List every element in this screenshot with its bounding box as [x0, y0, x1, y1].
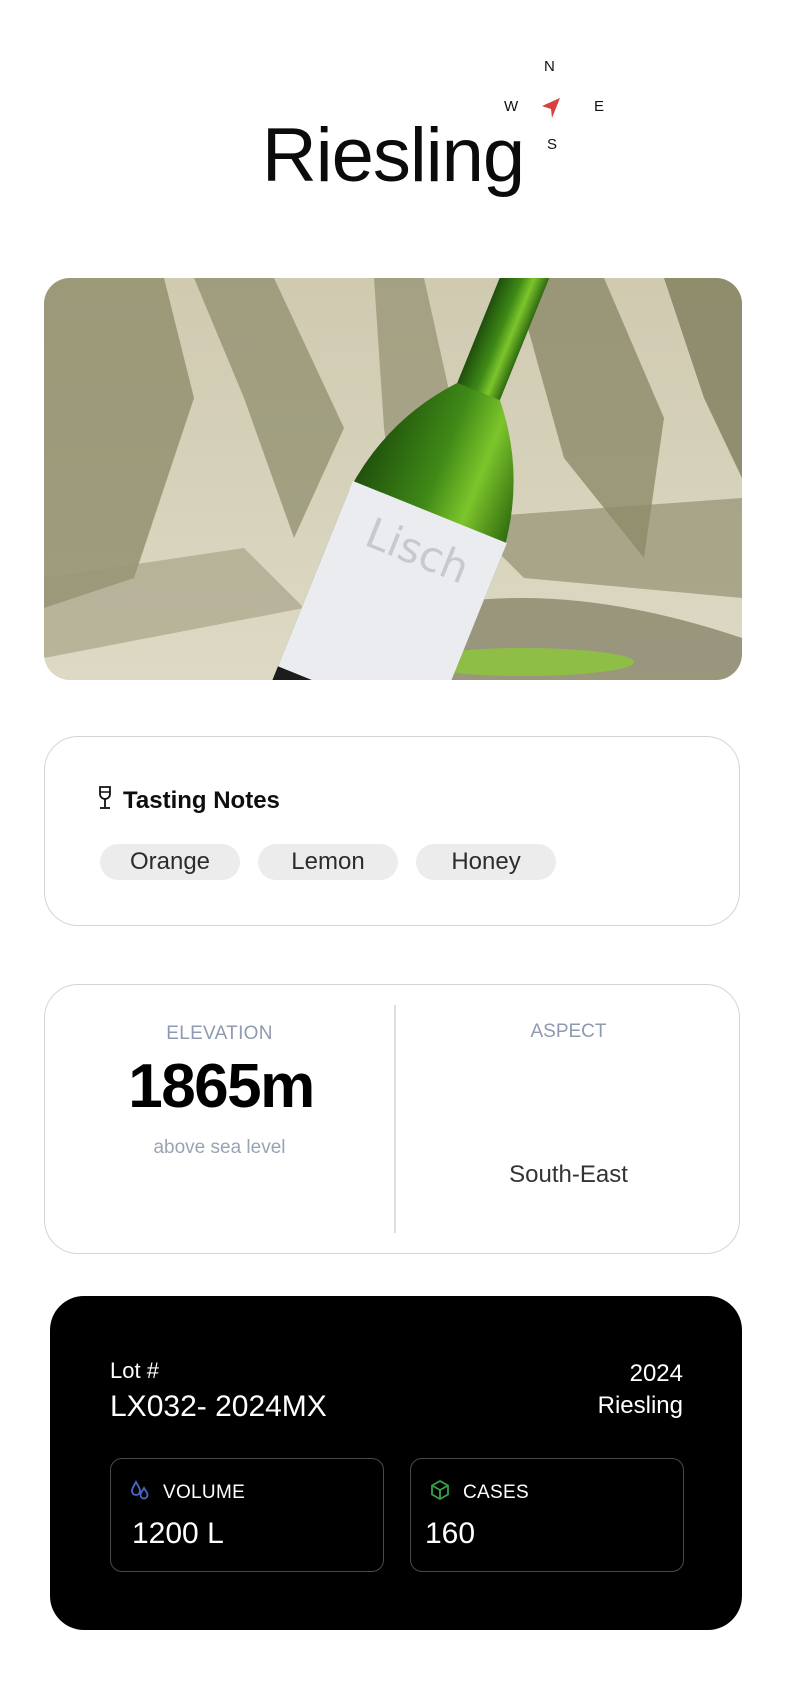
box-icon	[429, 1479, 451, 1506]
elevation-value: 1865m	[128, 1052, 315, 1121]
cases-label: CASES	[463, 1481, 529, 1503]
volume-value: 1200 L	[132, 1517, 224, 1550]
lot-code: LX032- 2024MX	[110, 1390, 327, 1423]
droplets-icon	[129, 1479, 151, 1506]
lot-year: 2024	[629, 1360, 683, 1387]
tasting-notes-card: Tasting Notes Orange Lemon Honey	[44, 736, 740, 926]
elevation-subtitle: above sea level	[153, 1137, 286, 1158]
page-title: Riesling	[261, 113, 525, 198]
compass-east-label: E	[594, 98, 605, 115]
lot-variety: Riesling	[597, 1392, 683, 1419]
tasting-notes-title: Tasting Notes	[123, 786, 280, 814]
elevation-label: ELEVATION	[166, 1023, 273, 1044]
wine-bottle-photo: Lisch	[44, 278, 742, 680]
volume-stat: VOLUME 1200 L	[110, 1458, 384, 1572]
compass-south-label: S	[547, 136, 558, 153]
cases-value: 160	[425, 1517, 476, 1550]
aspect-label: ASPECT	[530, 1021, 607, 1042]
compass-needle-icon	[542, 98, 560, 118]
compass-north-label: N	[544, 58, 555, 75]
vineyard-details-card: ELEVATION 1865m above sea level ASPECT S…	[44, 984, 740, 1254]
tasting-notes-chips: Orange Lemon Honey	[100, 844, 556, 880]
volume-label: VOLUME	[163, 1481, 246, 1503]
note-chip-honey[interactable]: Honey	[416, 844, 556, 880]
note-chip-lemon[interactable]: Lemon	[258, 844, 398, 880]
compass: N W E S	[458, 58, 638, 168]
cases-stat: CASES 160	[410, 1458, 684, 1572]
compass-west-label: W	[504, 98, 519, 115]
lot-card: Lot # LX032- 2024MX 2024 Riesling VOLUME…	[50, 1296, 742, 1630]
lot-label: Lot #	[110, 1358, 159, 1383]
note-chip-orange[interactable]: Orange	[100, 844, 240, 880]
aspect-value: South-East	[509, 1161, 628, 1188]
wine-glass-icon	[97, 785, 113, 816]
